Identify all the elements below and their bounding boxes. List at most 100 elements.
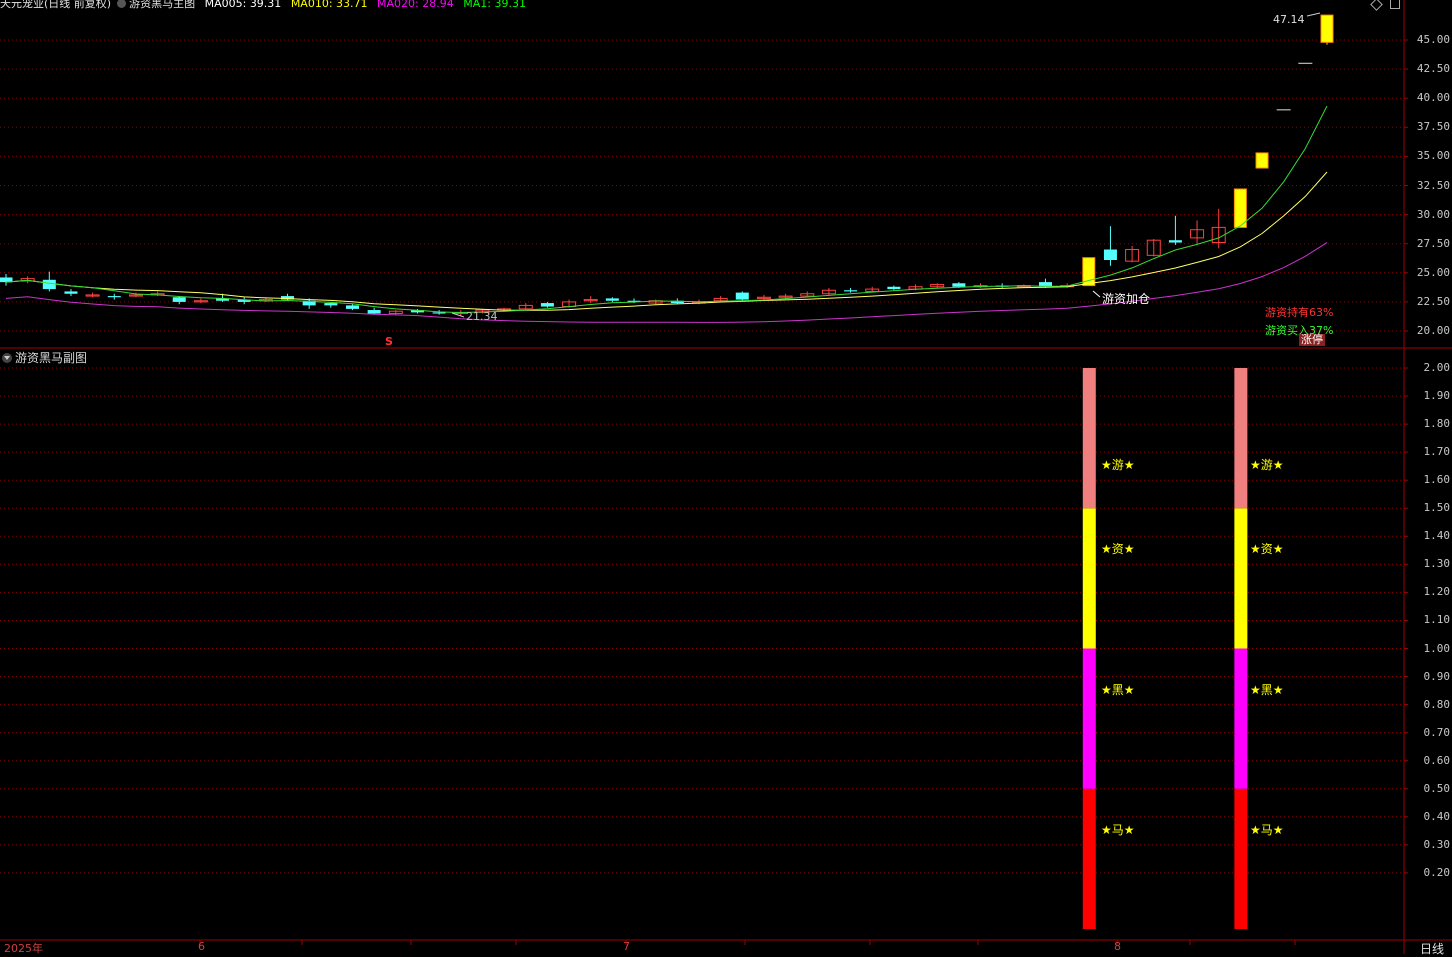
candle-body <box>1103 249 1117 260</box>
chevron-down-icon[interactable] <box>2 353 12 363</box>
ma1-value: 39.31 <box>494 0 526 10</box>
candle-body <box>735 292 749 300</box>
date-label-aug: 8 <box>1114 940 1121 953</box>
indicator-tick-label: 1.60 <box>1423 473 1451 487</box>
indicator-name[interactable]: 游资黑马主图 <box>129 0 195 10</box>
ma20-value: 28.94 <box>422 0 454 10</box>
indicator-tick-label: 0.90 <box>1423 669 1451 683</box>
candle-body <box>107 296 121 298</box>
ma20-name: MA020: <box>377 0 419 10</box>
chart-header: 天元宠业(日线 前复权) 游资黑马主图 MA005: 39.31 MA010: 3… <box>0 0 532 11</box>
stacked-bar-segment <box>1082 508 1096 649</box>
candle-body <box>887 286 901 290</box>
high-price-arrow <box>1306 12 1321 17</box>
price-tick-label: 22.50 <box>1416 294 1450 308</box>
ma5-label: MA005: 39.31 <box>205 0 282 10</box>
ma20-line <box>5 242 1328 323</box>
stacked-bar-segment <box>1234 788 1248 929</box>
chart-window[interactable] <box>0 0 1452 954</box>
price-tick-label: 32.50 <box>1416 178 1450 192</box>
indicator-tick-label: 1.70 <box>1423 445 1451 459</box>
indicator-tick-label: 1.30 <box>1423 557 1451 571</box>
hold-pct-label: 游资持有63% <box>1265 306 1334 319</box>
star-label-hei-1: ★黑★ <box>1101 683 1135 697</box>
indicator-tick-label: 0.80 <box>1423 697 1451 711</box>
ma1-name: MA1: <box>463 0 491 10</box>
star-label-zi-1: ★资★ <box>1101 542 1135 556</box>
high-price-label: 47.14 <box>1273 13 1305 26</box>
indicator-tick-label: 0.30 <box>1423 837 1451 851</box>
star-label-ma-2: ★马★ <box>1250 823 1284 837</box>
chart-canvas[interactable] <box>0 0 1452 954</box>
candle-body <box>367 310 381 314</box>
indicator-tick-label: 0.20 <box>1423 865 1451 879</box>
ma5-value: 39.31 <box>249 0 282 10</box>
candle-body <box>1233 188 1247 228</box>
candle-body <box>1255 152 1269 169</box>
ma5-name: MA005: <box>204 0 247 10</box>
sub-chart-title-text: 游资黑马副图 <box>15 351 88 365</box>
ma1-label: MA1: 39.31 <box>463 0 526 10</box>
indicator-tick-label: 0.40 <box>1423 809 1451 823</box>
price-tick-label: 35.00 <box>1416 149 1450 163</box>
price-tick-label: 40.00 <box>1416 91 1450 105</box>
indicator-tick-label: 0.70 <box>1423 725 1451 739</box>
price-tick-label: 25.00 <box>1416 265 1450 279</box>
price-tick-label: 27.50 <box>1416 236 1450 250</box>
add-position-arrow <box>1092 290 1101 298</box>
stacked-bar-segment <box>1234 508 1248 649</box>
price-tick-label: 20.00 <box>1416 324 1450 337</box>
indicator-tick-label: 2.00 <box>1423 361 1451 374</box>
stacked-bar-segment <box>1082 368 1096 509</box>
sell-marker: S <box>385 335 393 348</box>
date-label-june: 6 <box>198 940 205 953</box>
star-label-hei-2: ★黑★ <box>1250 683 1284 697</box>
stock-title[interactable]: 天元宠业(日线 前复权) <box>0 0 111 10</box>
ma5-line <box>5 105 1328 314</box>
candle-body <box>1320 14 1334 43</box>
stacked-bar-segment <box>1234 368 1248 509</box>
price-tick-label: 45.00 <box>1416 33 1450 46</box>
candle-body <box>64 291 78 294</box>
indicator-tick-label: 1.00 <box>1423 641 1451 655</box>
indicator-tick-label: 1.50 <box>1423 501 1451 515</box>
candle-body <box>844 290 858 292</box>
stacked-bar-segment <box>1234 648 1248 789</box>
price-tick-label: 30.00 <box>1416 207 1450 221</box>
low-price-label: 21.34 <box>466 310 498 323</box>
indicator-tick-label: 1.80 <box>1423 417 1451 431</box>
ma10-name: MA010: <box>290 0 333 10</box>
candle-body <box>1168 240 1182 243</box>
ma10-value: 33.71 <box>336 0 368 10</box>
star-label-you-2: ★游★ <box>1250 458 1284 472</box>
date-label-july: 7 <box>623 940 630 953</box>
add-position-label: 游资加仓 <box>1102 292 1151 306</box>
indicator-dropdown-icon[interactable] <box>117 0 127 8</box>
indicator-tick-label: 0.50 <box>1423 781 1451 795</box>
candle-body <box>172 297 186 302</box>
stacked-bar-segment <box>1082 648 1096 789</box>
candle-body <box>42 279 56 290</box>
ma10-label: MA010: 33.71 <box>291 0 368 10</box>
period-daily-tab[interactable]: 日线 <box>1420 940 1444 957</box>
price-tick-label: 37.50 <box>1416 120 1450 134</box>
candle-body <box>324 303 338 306</box>
candle-body <box>605 298 619 301</box>
limit-up-badge: 涨停 <box>1299 333 1325 346</box>
ma20-label: MA020: 28.94 <box>377 0 454 10</box>
candle-body <box>345 305 359 309</box>
star-label-ma-1: ★马★ <box>1101 823 1135 837</box>
sub-chart-title[interactable]: 游资黑马副图 <box>2 349 87 366</box>
candle-body <box>432 312 446 314</box>
candle-body <box>952 283 966 287</box>
star-label-you-1: ★游★ <box>1101 458 1135 472</box>
indicator-tick-label: 1.40 <box>1423 529 1451 543</box>
star-label-zi-2: ★资★ <box>1250 542 1284 556</box>
indicator-tick-label: 1.10 <box>1423 613 1451 627</box>
expand-icon[interactable] <box>1390 0 1400 9</box>
indicator-tick-label: 0.60 <box>1423 753 1451 767</box>
stacked-bar-segment <box>1082 788 1096 929</box>
indicator-tick-label: 1.90 <box>1423 389 1451 403</box>
price-tick-label: 42.50 <box>1416 62 1450 76</box>
candle-body <box>540 303 554 307</box>
